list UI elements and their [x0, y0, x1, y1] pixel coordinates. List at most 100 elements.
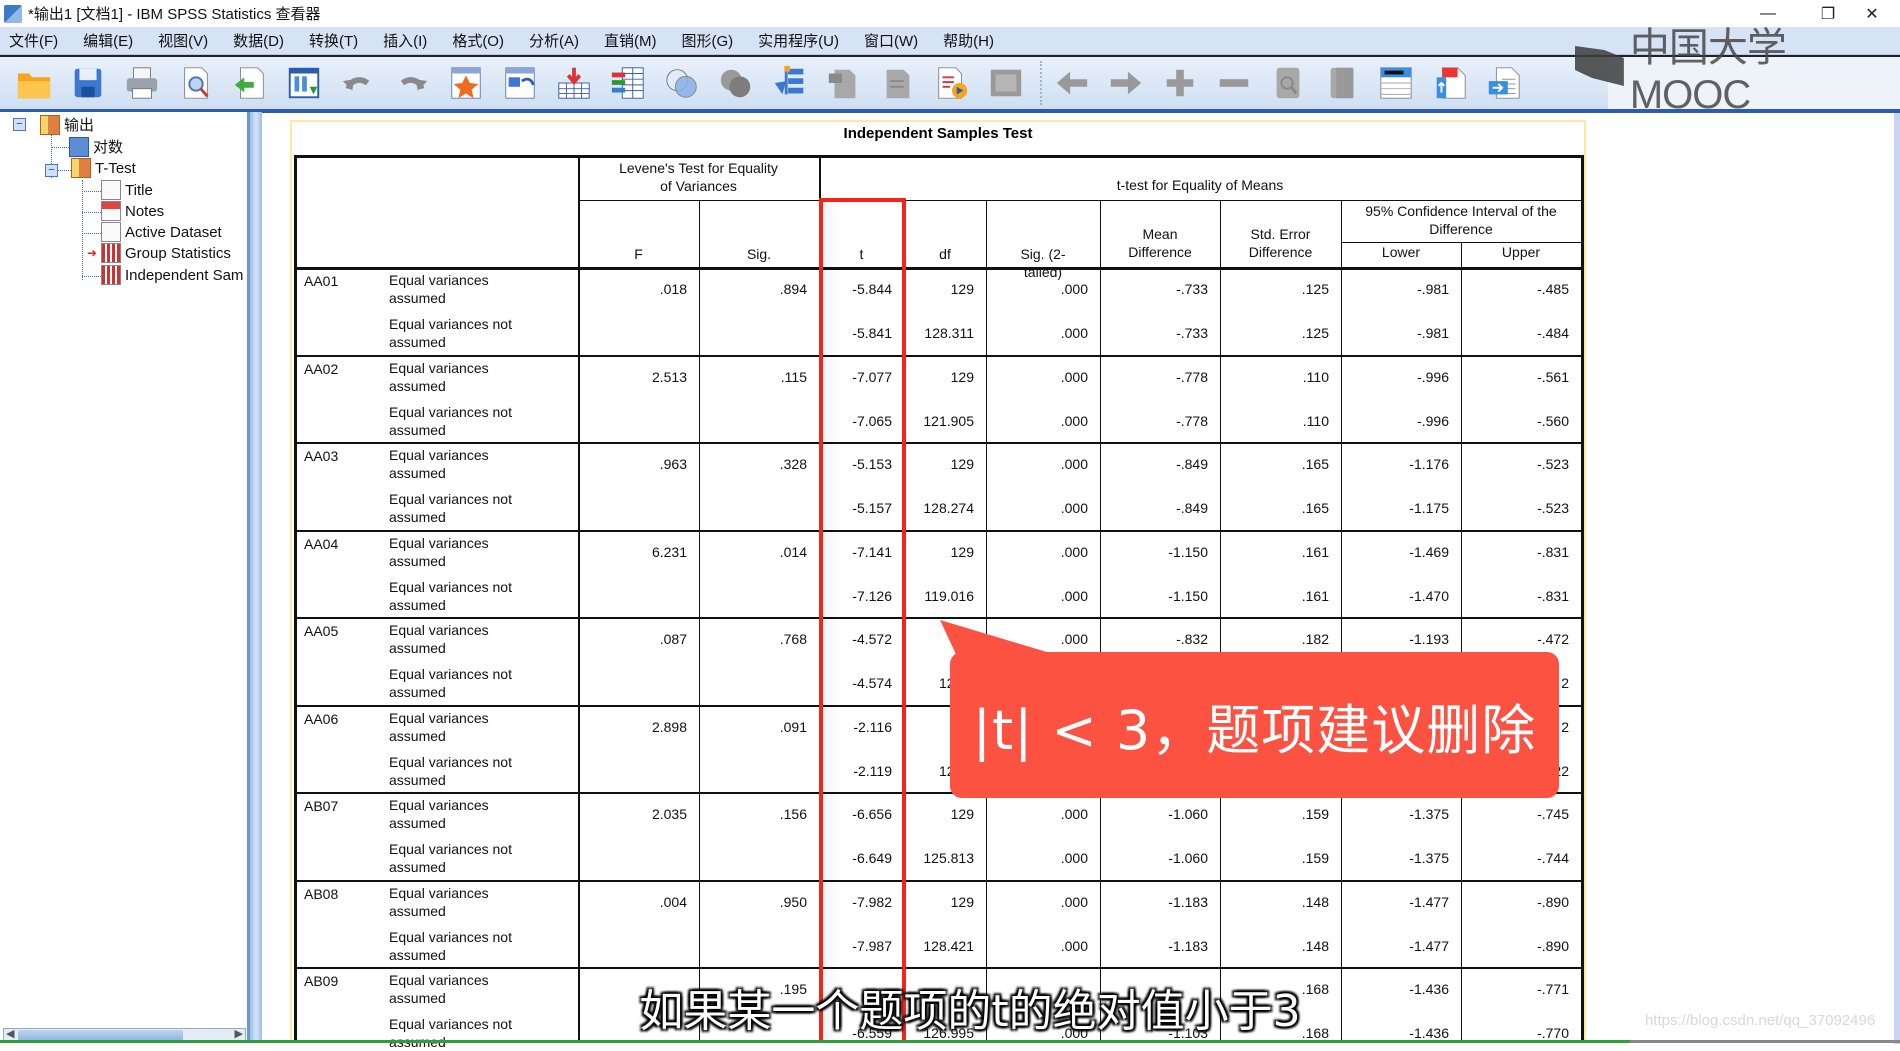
menu-transform[interactable]: 转换(T) [295, 30, 369, 51]
outline-item-group-statistics[interactable]: Group Statistics [101, 243, 231, 263]
table-cell: -1.470 [1409, 587, 1449, 604]
table-cell: 6.231 [651, 543, 687, 560]
table-cell: 119.016 [924, 587, 974, 604]
goto-case-icon[interactable] [446, 63, 486, 103]
scroll-right-arrow-icon[interactable]: ▶ [235, 1027, 243, 1040]
table-cell: -.778 [1176, 368, 1208, 385]
table-cell: -.733 [1176, 325, 1208, 341]
collapse-icon[interactable] [1214, 63, 1254, 103]
toolbar-separator [1040, 61, 1042, 105]
mooc-logo-icon [1575, 46, 1624, 86]
demote-icon[interactable] [878, 63, 918, 103]
table-cell: 129 [950, 281, 974, 297]
row-group-divider [294, 442, 1581, 444]
expand-icon[interactable] [1160, 63, 1200, 103]
annotation-callout: |t| < 3，题项建议删除 [950, 652, 1559, 798]
dataset-icon [101, 222, 121, 242]
outline-item-ttest[interactable]: T-Test [71, 158, 136, 178]
row-label-not-assumed: Equal variances not assumed [389, 1016, 512, 1050]
table-cell: .000 [1060, 893, 1088, 910]
menu-view[interactable]: 视图(V) [144, 30, 219, 51]
collapse-root-toggle[interactable]: − [13, 118, 26, 131]
pane-splitter[interactable] [250, 112, 262, 1043]
insert-cases-icon[interactable] [554, 63, 594, 103]
goto-variable-icon[interactable] [500, 63, 540, 103]
row-label-not-assumed: Equal variances not assumed [389, 841, 512, 875]
insert-text-icon[interactable] [1484, 63, 1524, 103]
insert-output-icon[interactable] [932, 63, 972, 103]
column-divider [699, 200, 700, 1043]
menu-direct-marketing[interactable]: 直销(M) [590, 30, 668, 51]
designate-window-icon[interactable] [770, 63, 810, 103]
outline-item-notes[interactable]: Notes [101, 201, 164, 221]
table-border [294, 155, 297, 1043]
video-subtitle: 如果某一个题项的t的绝对值小于3 [639, 986, 1301, 1037]
open-folder-icon[interactable] [14, 63, 54, 103]
variables-icon[interactable] [608, 63, 648, 103]
column-header-mean-difference: Mean Difference [1128, 226, 1192, 260]
outline-item-active-dataset[interactable]: Active Dataset [101, 222, 222, 242]
promote-icon[interactable] [824, 63, 864, 103]
table-cell: .148 [1301, 893, 1329, 910]
outline-item-output[interactable]: 输出 [40, 114, 94, 135]
print-icon[interactable] [122, 63, 162, 103]
insert-title-icon[interactable] [1430, 63, 1470, 103]
table-cell: .110 [1302, 368, 1329, 385]
menu-help[interactable]: 帮助(H) [929, 30, 1005, 51]
menu-utilities[interactable]: 实用程序(U) [744, 30, 850, 51]
menu-edit[interactable]: 编辑(E) [69, 30, 144, 51]
outline-item-title[interactable]: Title [101, 180, 153, 200]
outline-item-log[interactable]: 对数 [69, 136, 123, 157]
scroll-left-arrow-icon[interactable]: ◀ [6, 1027, 14, 1040]
table-cell: -.744 [1537, 850, 1569, 866]
print-preview-icon[interactable] [176, 63, 216, 103]
current-item-arrow-icon: ➜ [87, 246, 98, 260]
back-icon[interactable] [1052, 63, 1092, 103]
save-icon[interactable] [68, 63, 108, 103]
collapse-ttest-toggle[interactable]: − [45, 164, 58, 177]
table-cell: .148 [1301, 937, 1329, 954]
recall-dialog-icon[interactable] [284, 63, 324, 103]
row-label-not-assumed: Equal variances not assumed [389, 666, 512, 700]
menu-file[interactable]: 文件(F) [0, 30, 69, 51]
table-cell: -.560 [1537, 412, 1569, 429]
table-cell: -.831 [1537, 543, 1569, 560]
table-cell: .000 [1060, 325, 1088, 341]
tree-line [82, 191, 101, 192]
table-cell: -1.469 [1409, 543, 1449, 560]
table-cell: .950 [779, 893, 807, 910]
forward-icon[interactable] [1106, 63, 1146, 103]
tree-line [82, 180, 83, 280]
redo-icon[interactable] [392, 63, 432, 103]
menu-insert[interactable]: 插入(I) [369, 30, 438, 51]
tree-line [82, 212, 101, 213]
row-label-not-assumed: Equal variances not assumed [389, 403, 512, 438]
tree-line [82, 276, 101, 277]
menu-window[interactable]: 窗口(W) [850, 30, 929, 51]
insert-heading-icon[interactable] [1376, 63, 1416, 103]
frame-icon[interactable] [986, 63, 1026, 103]
item-name: AA01 [304, 273, 339, 289]
toolbar [0, 55, 1608, 109]
notes-icon [101, 201, 121, 221]
export-icon[interactable] [230, 63, 270, 103]
table-icon [101, 243, 121, 263]
column-header-f: F [634, 246, 643, 262]
column-header-upper: Upper [1501, 244, 1541, 260]
hide-icon[interactable] [1322, 63, 1362, 103]
table-cell: -.832 [1176, 631, 1208, 647]
menu-data[interactable]: 数据(D) [219, 30, 295, 51]
table-cell: -1.150 [1168, 587, 1208, 604]
table-cell: -1.375 [1409, 850, 1449, 866]
item-name: AB09 [304, 973, 339, 989]
table-cell: 128.274 [923, 500, 974, 516]
menu-analyze[interactable]: 分析(A) [515, 30, 590, 51]
menu-graphs[interactable]: 图形(G) [667, 30, 744, 51]
vertical-scrollbar[interactable] [1894, 113, 1900, 1044]
menu-format[interactable]: 格式(O) [438, 30, 515, 51]
undo-icon[interactable] [338, 63, 378, 103]
circles-icon[interactable] [716, 63, 756, 103]
show-icon[interactable] [1268, 63, 1308, 103]
outline-item-independent-samples[interactable]: Independent Sam [101, 265, 247, 285]
venn-icon[interactable] [662, 63, 702, 103]
